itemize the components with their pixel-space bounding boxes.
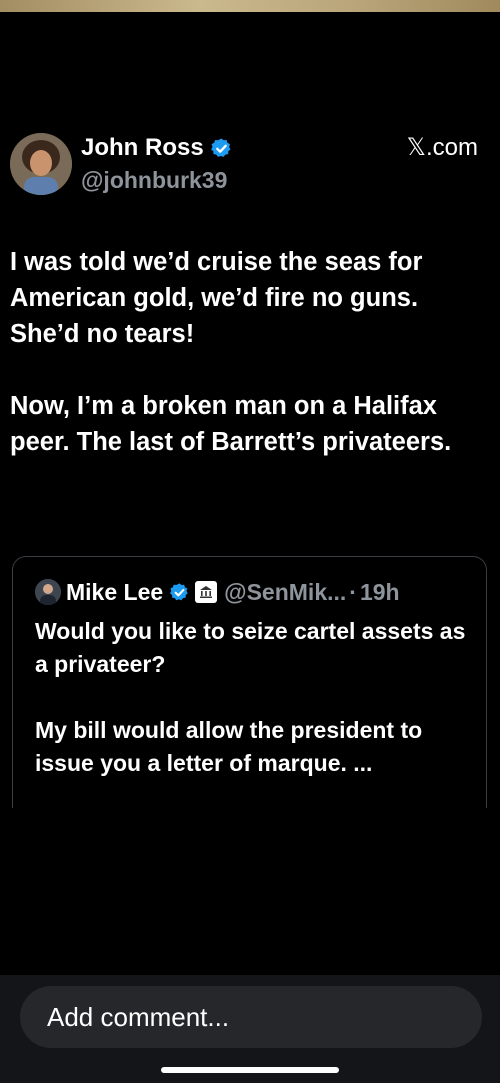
time-separator: · bbox=[349, 578, 357, 605]
quoted-post-text: Would you like to seize cartel assets as… bbox=[35, 618, 466, 776]
add-comment-input[interactable]: Add comment... bbox=[20, 986, 482, 1048]
author-display-name-row[interactable]: John Ross bbox=[81, 133, 233, 163]
post-author-row: John Ross @johnburk39 𝕏.com bbox=[10, 133, 490, 208]
source-link[interactable]: 𝕏.com bbox=[407, 133, 478, 163]
post-text: I was told we’d cruise the seas for Amer… bbox=[10, 248, 452, 456]
comment-placeholder: Add comment... bbox=[47, 1001, 230, 1032]
verified-badge-icon bbox=[210, 137, 231, 157]
author-handle[interactable]: @johnburk39 bbox=[81, 165, 233, 195]
quoted-post-card[interactable]: Mike Lee @SenMik... · 19h Would you like… bbox=[12, 556, 487, 808]
author-name[interactable]: John Ross bbox=[81, 133, 204, 163]
quoted-author-handle: @SenMik... bbox=[224, 578, 347, 605]
author-avatar[interactable] bbox=[10, 133, 72, 195]
top-image-strip bbox=[0, 0, 500, 12]
quoted-author-avatar bbox=[35, 579, 61, 605]
quoted-author-name: Mike Lee bbox=[66, 578, 164, 605]
home-indicator[interactable] bbox=[161, 1067, 339, 1073]
government-building-icon bbox=[195, 581, 218, 603]
quoted-post-time: 19h bbox=[359, 578, 400, 605]
author-names: John Ross @johnburk39 bbox=[81, 133, 233, 195]
verified-badge-icon bbox=[170, 582, 188, 600]
comment-bar: Add comment... bbox=[0, 975, 500, 1083]
quoted-post-header: Mike Lee @SenMik... · 19h bbox=[35, 575, 400, 609]
